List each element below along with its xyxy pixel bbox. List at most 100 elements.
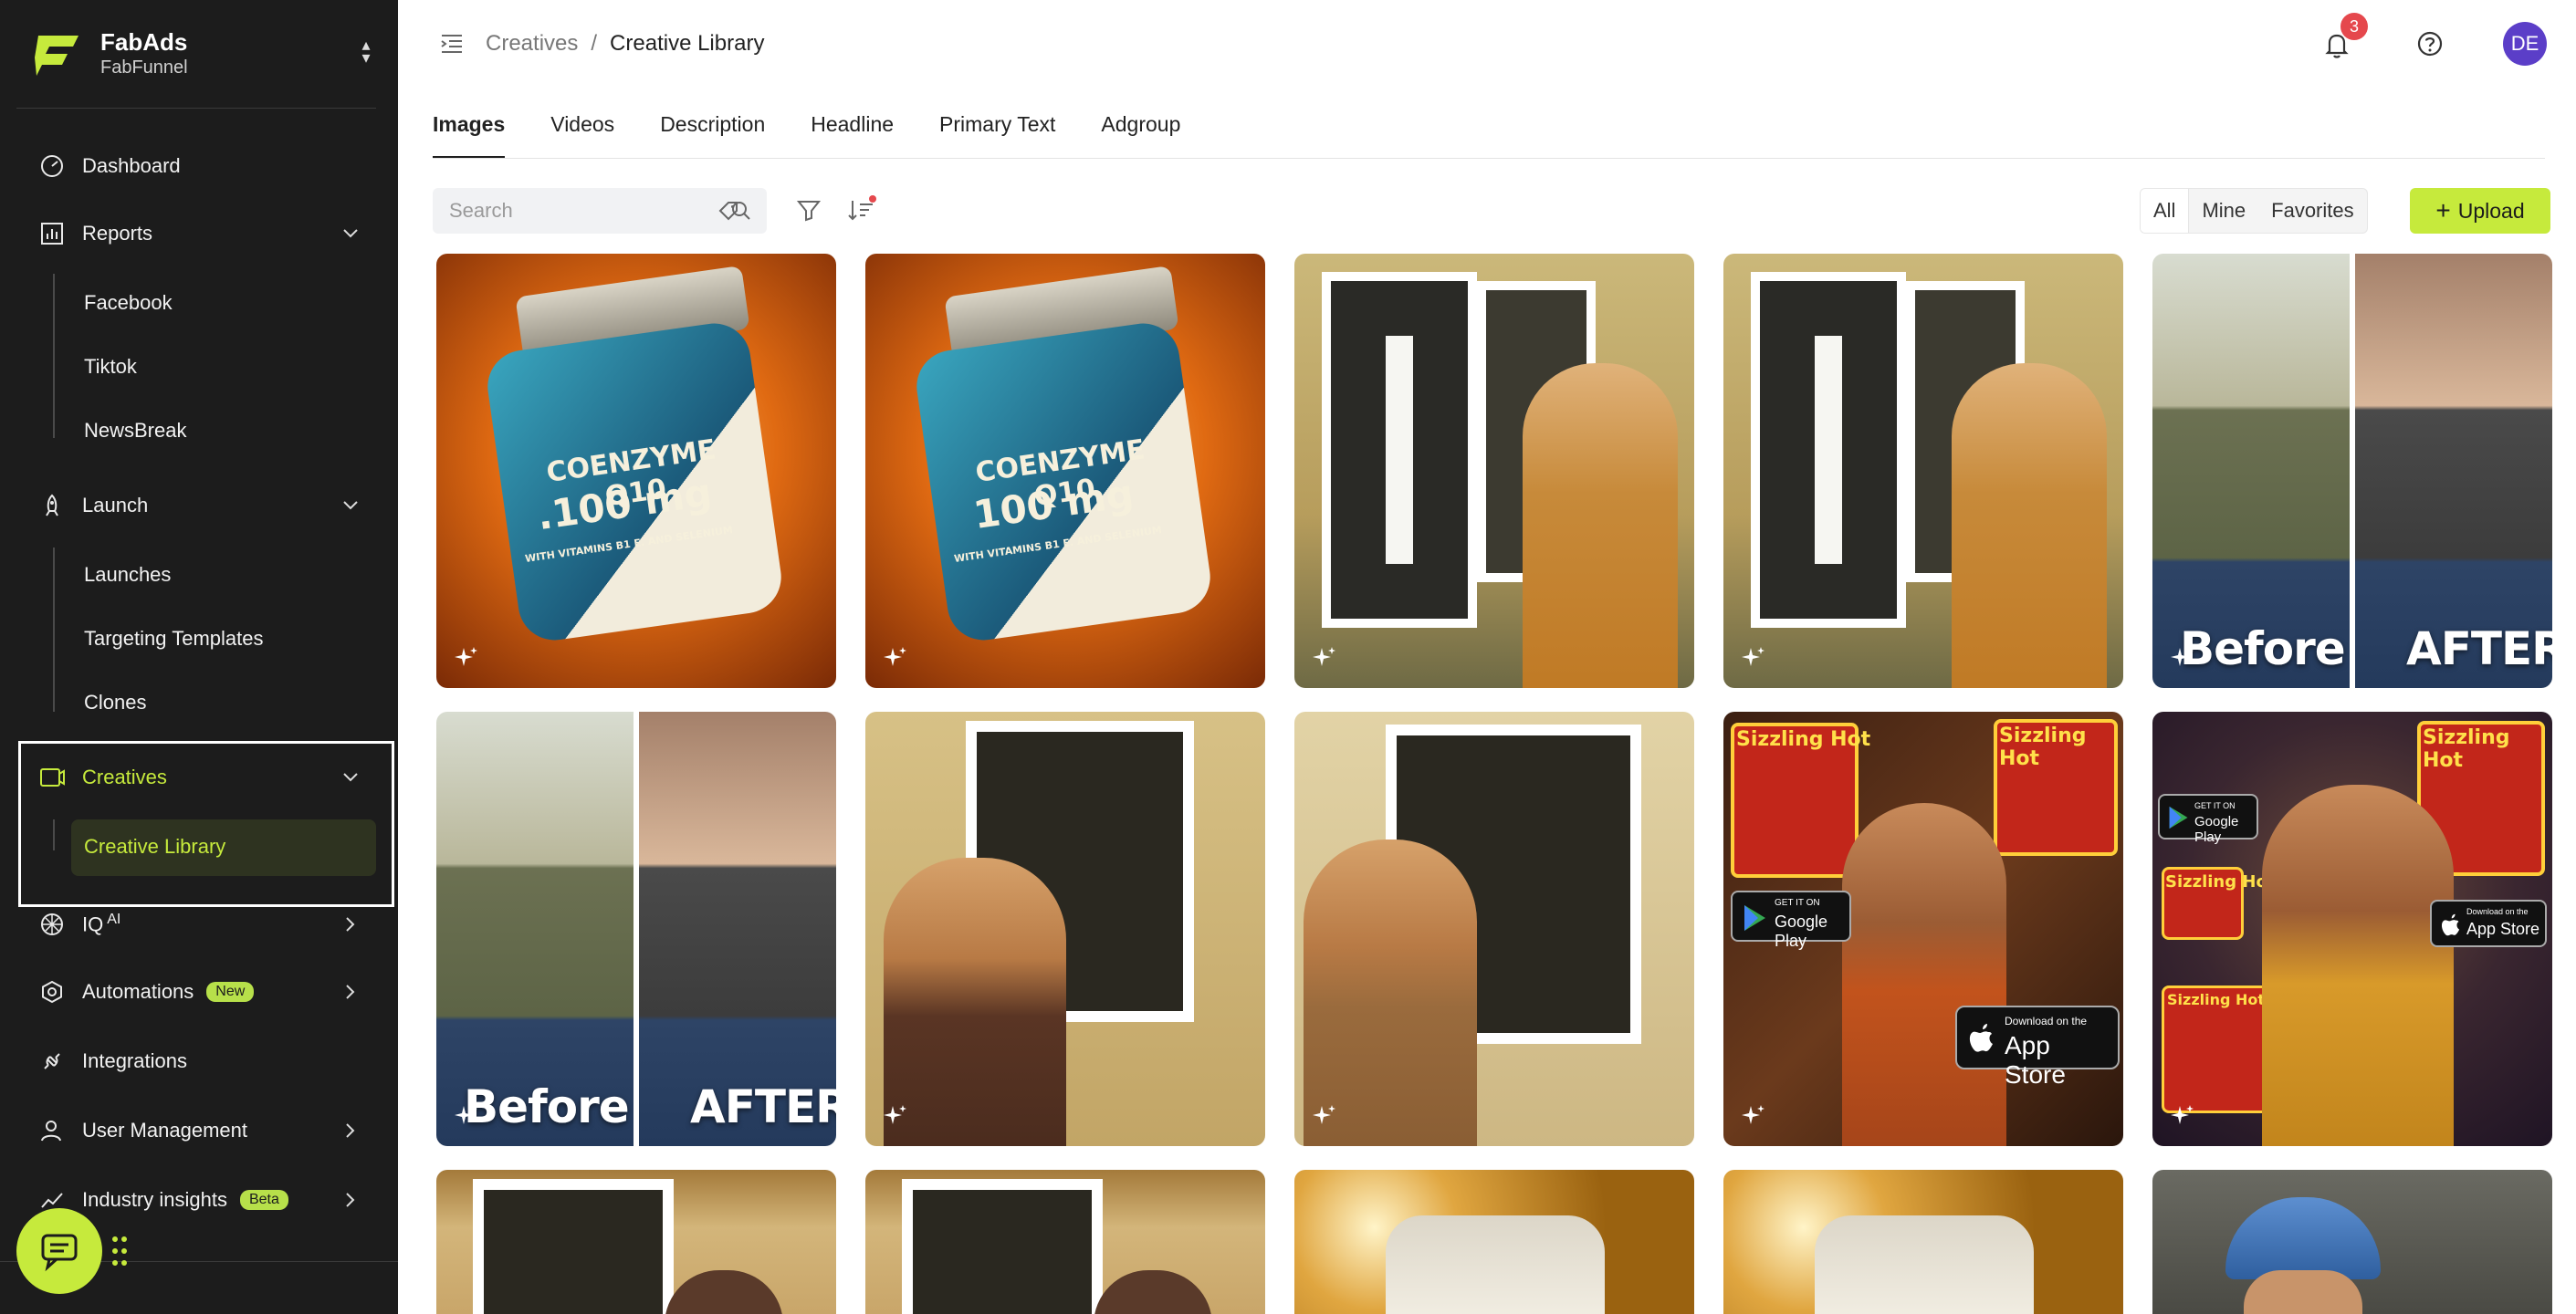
new-badge: New <box>206 982 255 1002</box>
chevron-right-icon[interactable] <box>340 981 361 1003</box>
after-caption: AFTER <box>690 1080 836 1133</box>
creative-tile[interactable]: COENZYME Q10 100 mg WITH VITAMINS B1 E. … <box>865 254 1265 688</box>
creative-tile[interactable] <box>865 1170 1265 1314</box>
chevron-down-icon[interactable] <box>340 495 361 516</box>
window <box>473 1179 674 1314</box>
nav-integrations[interactable]: Integrations <box>37 1041 361 1081</box>
creative-tile[interactable] <box>1294 1170 1694 1314</box>
sparkle-icon[interactable] <box>1738 644 1767 673</box>
search-box <box>433 188 767 234</box>
nav-industry-insights[interactable]: Industry insights Beta <box>37 1180 361 1220</box>
sparkle-icon[interactable] <box>2167 1102 2196 1132</box>
creative-tile[interactable] <box>436 1170 836 1314</box>
sidebar-toggle-icon[interactable] <box>438 29 466 57</box>
nav-reports-tiktok[interactable]: Tiktok <box>84 347 137 387</box>
sparkle-icon[interactable] <box>1738 1102 1767 1132</box>
sort-icon[interactable] <box>845 193 878 224</box>
nav-launch-targeting-templates[interactable]: Targeting Templates <box>84 619 264 659</box>
nav-automations[interactable]: Automations New <box>37 972 361 1012</box>
nav-dashboard[interactable]: Dashboard <box>37 146 361 186</box>
sparkle-icon[interactable] <box>2167 644 2196 673</box>
creative-tile[interactable]: Before AFTER <box>2152 254 2552 688</box>
tab-adgroup[interactable]: Adgroup <box>1101 108 1180 159</box>
chevron-down-icon[interactable] <box>340 766 361 788</box>
search-input[interactable] <box>449 188 677 234</box>
app-store-badge: Download on the App Store <box>2430 900 2547 947</box>
breadcrumb-separator: / <box>591 31 598 56</box>
creative-tile[interactable]: COENZYME Q10 .100 mg WITH VITAMINS B1 E.… <box>436 254 836 688</box>
search-icon[interactable] <box>730 200 752 222</box>
nav-reports-facebook[interactable]: Facebook <box>84 283 173 323</box>
window <box>1322 272 1477 628</box>
tab-description[interactable]: Description <box>660 108 765 159</box>
nav-label: Automations <box>82 980 194 1003</box>
plug-icon <box>37 1046 68 1077</box>
bottle-cap <box>1386 1215 1605 1314</box>
chevron-right-icon[interactable] <box>340 1189 361 1211</box>
breadcrumb-parent[interactable]: Creatives <box>486 31 578 57</box>
sparkle-icon[interactable] <box>1309 644 1338 673</box>
chevron-down-icon[interactable] <box>340 223 361 245</box>
tab-headline[interactable]: Headline <box>811 108 894 159</box>
tree-line <box>53 819 55 850</box>
creative-tile[interactable]: Sizzling Hot Sizzling Hot GET IT ON Goog… <box>1723 712 2123 1146</box>
workspace-switcher[interactable]: FabAds FabFunnel ▴ ▾ <box>33 22 380 86</box>
chevron-up-down-icon[interactable]: ▴ ▾ <box>352 36 380 71</box>
person <box>1304 840 1477 1146</box>
filter-mine[interactable]: Mine <box>2189 189 2258 233</box>
slot-title: Sizzling Hot <box>1736 728 1871 751</box>
slot-title: Sizzling Hot <box>1999 725 2087 770</box>
person <box>1523 363 1678 688</box>
sparkle-icon[interactable] <box>451 644 480 673</box>
sparkle-icon[interactable] <box>1309 1102 1338 1132</box>
creative-tile[interactable]: Sizzling Hot GET IT ON Google Play Sizzl… <box>2152 712 2552 1146</box>
creative-tile[interactable] <box>1294 712 1694 1146</box>
before-caption: Before <box>2180 622 2346 675</box>
upload-label: Upload <box>2457 198 2525 223</box>
top-bar: Creatives / Creative Library 3 DE <box>398 0 2576 88</box>
creative-tile[interactable] <box>1294 254 1694 688</box>
upload-button[interactable]: + Upload <box>2410 188 2550 234</box>
nav-label: Dashboard <box>82 154 181 177</box>
filter-all[interactable]: All <box>2141 189 2190 233</box>
person <box>1952 363 2107 688</box>
creative-tile[interactable] <box>1723 1170 2123 1314</box>
creative-tile[interactable]: Before AFTER <box>436 712 836 1146</box>
filter-favorites[interactable]: Favorites <box>2258 189 2366 233</box>
help-icon[interactable] <box>2415 29 2445 58</box>
nav-reports-newsbreak[interactable]: NewsBreak <box>84 411 186 451</box>
nav-reports[interactable]: Reports <box>37 214 361 254</box>
filter-icon[interactable] <box>796 197 822 223</box>
window <box>1751 272 1906 628</box>
tab-primary-text[interactable]: Primary Text <box>939 108 1055 159</box>
tree-line <box>53 274 55 438</box>
sparkle-icon[interactable] <box>880 644 909 673</box>
person <box>1842 803 2006 1146</box>
chevron-right-icon[interactable] <box>340 1120 361 1142</box>
nav-user-management[interactable]: User Management <box>37 1111 361 1151</box>
tab-bar: Images Videos Description Headline Prima… <box>433 108 1226 159</box>
bar-chart-icon <box>37 218 68 249</box>
nav-creatives[interactable]: Creatives <box>37 757 361 798</box>
ownership-filter: All Mine Favorites <box>2140 188 2368 234</box>
nav-label: Reports <box>82 222 153 245</box>
fabads-logo <box>35 36 79 76</box>
nav-launch-launches[interactable]: Launches <box>84 555 171 595</box>
sparkle-icon[interactable] <box>451 1102 480 1132</box>
nav-creative-library[interactable]: Creative Library <box>84 827 225 867</box>
sparkle-icon[interactable] <box>880 1102 909 1132</box>
creative-tile[interactable] <box>865 712 1265 1146</box>
nav-launch[interactable]: Launch <box>37 485 361 526</box>
drag-handle-icon[interactable] <box>111 1236 128 1267</box>
nav-launch-clones[interactable]: Clones <box>84 683 146 723</box>
creative-tile[interactable] <box>1723 254 2123 688</box>
avatar[interactable]: DE <box>2503 22 2547 66</box>
tab-images[interactable]: Images <box>433 108 506 159</box>
chat-support-button[interactable] <box>16 1208 102 1294</box>
tab-videos[interactable]: Videos <box>550 108 614 159</box>
nav-label: User Management <box>82 1119 247 1142</box>
slot-title: Sizzling Hot <box>2167 991 2266 1008</box>
chevron-right-icon[interactable] <box>340 913 361 935</box>
creative-tile[interactable] <box>2152 1170 2552 1314</box>
nav-iq-ai[interactable]: IQ AI <box>37 904 361 944</box>
